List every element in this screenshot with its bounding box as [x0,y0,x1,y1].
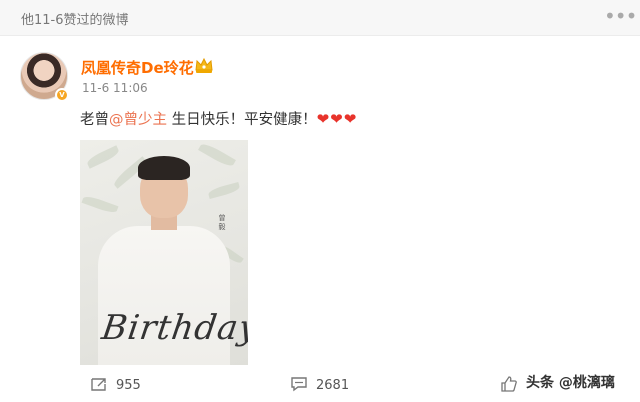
post-text-suffix: 生日快乐！平安健康！ [167,112,317,128]
person-hair [138,156,190,180]
like-button[interactable] [500,376,526,393]
thumbs-up-icon [501,376,517,392]
mention-link[interactable]: @曾少主 [109,112,167,128]
post-text-prefix: 老曾 [80,112,109,128]
author-name[interactable]: 凤凰传奇De玲花 [81,57,194,78]
post-time[interactable]: 11-6 11:06 [82,81,148,95]
post-image[interactable]: 曾毅 Birthday [80,140,248,365]
top-bar: 他11-6赞过的微博 ••• [0,0,640,36]
bamboo-leaf [81,194,119,215]
liked-feed-label: 他11-6赞过的微博 [21,13,129,28]
bamboo-leaf [198,141,236,169]
bamboo-leaf [85,145,121,169]
repost-icon [91,378,106,391]
more-horizontal-icon[interactable]: ••• [604,4,637,28]
comment-icon [291,377,307,392]
bamboo-leaf [207,182,241,199]
crown-icon [195,57,213,73]
repost-count: 955 [116,378,141,393]
comment-count: 2681 [316,378,350,393]
post-text: 老曾@曾少主 生日快乐！平安健康！❤❤❤ [80,108,357,129]
birthday-script-text: Birthday [99,308,248,348]
repost-button[interactable]: 955 [90,376,141,393]
heart-emoji-icons: ❤❤❤ [316,110,358,128]
comment-button[interactable]: 2681 [290,376,349,393]
verified-badge-icon: V [55,88,69,102]
photo-name-label: 曾毅 [218,214,226,232]
watermark-text: 头条 @桃漓璃 [526,375,615,391]
